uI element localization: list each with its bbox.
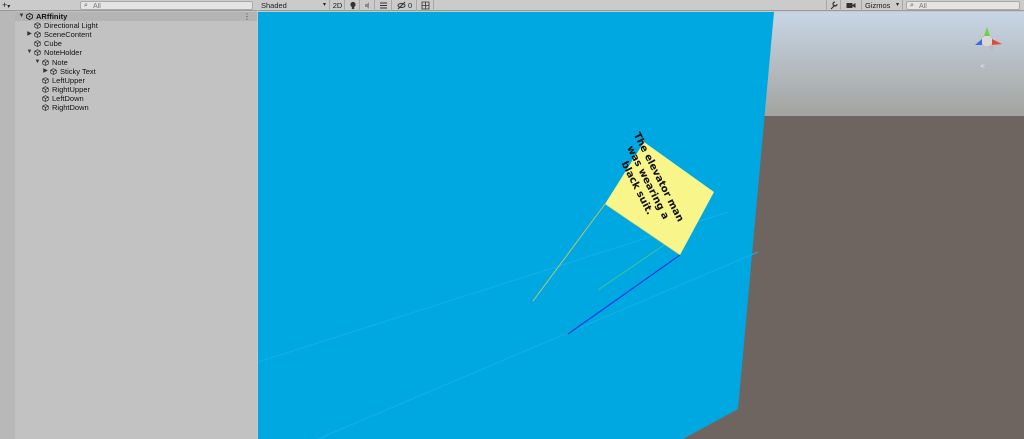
wrench-icon xyxy=(830,1,838,10)
hierarchy-item[interactable]: RightDown xyxy=(15,103,257,112)
hierarchy-item-label: RightUpper xyxy=(52,84,90,94)
gameobject-cube-icon xyxy=(42,58,49,66)
collapse-arrow-icon[interactable]: ▼ xyxy=(26,48,33,57)
hierarchy-item-label: LeftUpper xyxy=(52,75,85,85)
hierarchy-item[interactable]: Directional Light xyxy=(15,21,257,30)
hierarchy-item-label: SceneContent xyxy=(44,30,92,40)
camera-settings-dropdown[interactable] xyxy=(842,0,862,11)
scene-search-input[interactable] xyxy=(919,2,1017,10)
speaker-icon xyxy=(364,2,369,9)
gizmos-label: Gizmos xyxy=(865,1,891,10)
hierarchy-item-label: LeftDown xyxy=(52,93,84,103)
lightbulb-icon xyxy=(349,1,356,9)
lighting-toggle[interactable] xyxy=(346,0,360,11)
effects-icon xyxy=(380,2,387,9)
grid-icon xyxy=(421,1,430,10)
scene-tools-button[interactable] xyxy=(826,0,841,11)
gameobject-cube-icon xyxy=(50,67,57,75)
search-icon: ⌕ xyxy=(84,2,88,9)
expand-arrow-icon[interactable]: ▶ xyxy=(42,67,49,76)
hidden-objects-toggle[interactable]: 0 xyxy=(393,0,417,11)
hidden-eye-icon xyxy=(397,1,406,10)
gameobject-cube-icon xyxy=(42,86,49,93)
gameobject-cube-icon xyxy=(42,104,49,111)
shading-mode-label: Shaded xyxy=(261,1,287,10)
hierarchy-item[interactable]: Cube xyxy=(15,39,257,48)
effects-dropdown[interactable] xyxy=(376,0,392,11)
cube-face xyxy=(258,12,774,439)
scene-menu-icon[interactable]: ⋮ xyxy=(243,12,251,21)
hierarchy-panel: +▾ ⌕ ▼ ARffinity ⋮ Directional Light ▶ SceneC… xyxy=(0,0,257,439)
hierarchy-item-label: RightDown xyxy=(52,103,89,112)
gameobject-cube-icon xyxy=(34,40,41,48)
hierarchy-item-label: Cube xyxy=(44,39,62,49)
chevron-down-icon: ▾ xyxy=(322,2,326,8)
gizmos-dropdown[interactable]: Gizmos ▾ xyxy=(863,0,903,11)
gameobject-cube-icon xyxy=(42,95,49,102)
hierarchy-toolbar: +▾ ⌕ xyxy=(0,0,257,11)
grid-dropdown[interactable] xyxy=(418,0,434,11)
scene-toolbar: Shaded ▾ 2D 0 Gizmos ▾ ⌕ xyxy=(258,0,1024,11)
scene-render: < xyxy=(258,12,1024,439)
chevron-down-icon: ▾ xyxy=(895,2,899,8)
hierarchy-search[interactable]: ⌕ xyxy=(80,1,253,10)
expand-arrow-icon[interactable]: ▶ xyxy=(26,30,33,39)
hierarchy-item[interactable]: ▼ Note xyxy=(15,58,257,67)
toggle-2d-label: 2D xyxy=(332,1,343,10)
shading-mode-dropdown[interactable]: Shaded ▾ xyxy=(258,0,330,11)
hierarchy-item[interactable]: LeftUpper xyxy=(15,76,257,85)
hierarchy-item-label: Note xyxy=(52,57,68,67)
scene-root-item[interactable]: ▼ ARffinity ⋮ xyxy=(15,12,257,21)
hierarchy-item[interactable]: ▼ NoteHolder xyxy=(15,48,257,57)
gameobject-cube-icon xyxy=(34,22,41,29)
hierarchy-item-label: NoteHolder xyxy=(44,48,82,58)
gameobject-cube-icon xyxy=(34,49,41,57)
create-button[interactable]: +▾ xyxy=(2,0,16,11)
hierarchy-item-label: Sticky Text xyxy=(60,66,96,76)
unity-scene-icon xyxy=(26,13,33,20)
toggle-2d-button[interactable]: 2D xyxy=(331,0,345,11)
hierarchy-item[interactable]: ▶ SceneContent xyxy=(15,30,257,39)
hierarchy-item[interactable]: RightUpper xyxy=(15,85,257,94)
camera-icon xyxy=(846,3,856,8)
hierarchy-tree: ▼ ARffinity ⋮ Directional Light ▶ SceneConten… xyxy=(15,11,257,439)
collapse-arrow-icon[interactable]: ▼ xyxy=(18,12,25,21)
hierarchy-item[interactable]: LeftDown xyxy=(15,94,257,103)
hierarchy-item[interactable]: ▶ Sticky Text xyxy=(15,67,257,76)
collapse-arrow-icon[interactable]: ▼ xyxy=(34,58,41,67)
gameobject-cube-icon xyxy=(42,76,49,84)
gameobject-cube-icon xyxy=(34,31,41,39)
hidden-count: 0 xyxy=(407,1,413,10)
chevron-down-icon: ▾ xyxy=(7,4,11,10)
hierarchy-search-input[interactable] xyxy=(93,2,248,10)
scene-viewport[interactable]: < The elevator man was wearing a black s… xyxy=(258,12,1024,439)
projection-mode-icon[interactable]: < xyxy=(980,63,985,70)
audio-toggle[interactable] xyxy=(361,0,375,11)
scene-search[interactable]: ⌕ xyxy=(906,1,1020,10)
hierarchy-item-label: Directional Light xyxy=(44,21,98,31)
search-icon: ⌕ xyxy=(910,2,914,9)
hierarchy-item-label: ARffinity xyxy=(36,12,68,21)
hierarchy-gutter xyxy=(0,11,15,439)
